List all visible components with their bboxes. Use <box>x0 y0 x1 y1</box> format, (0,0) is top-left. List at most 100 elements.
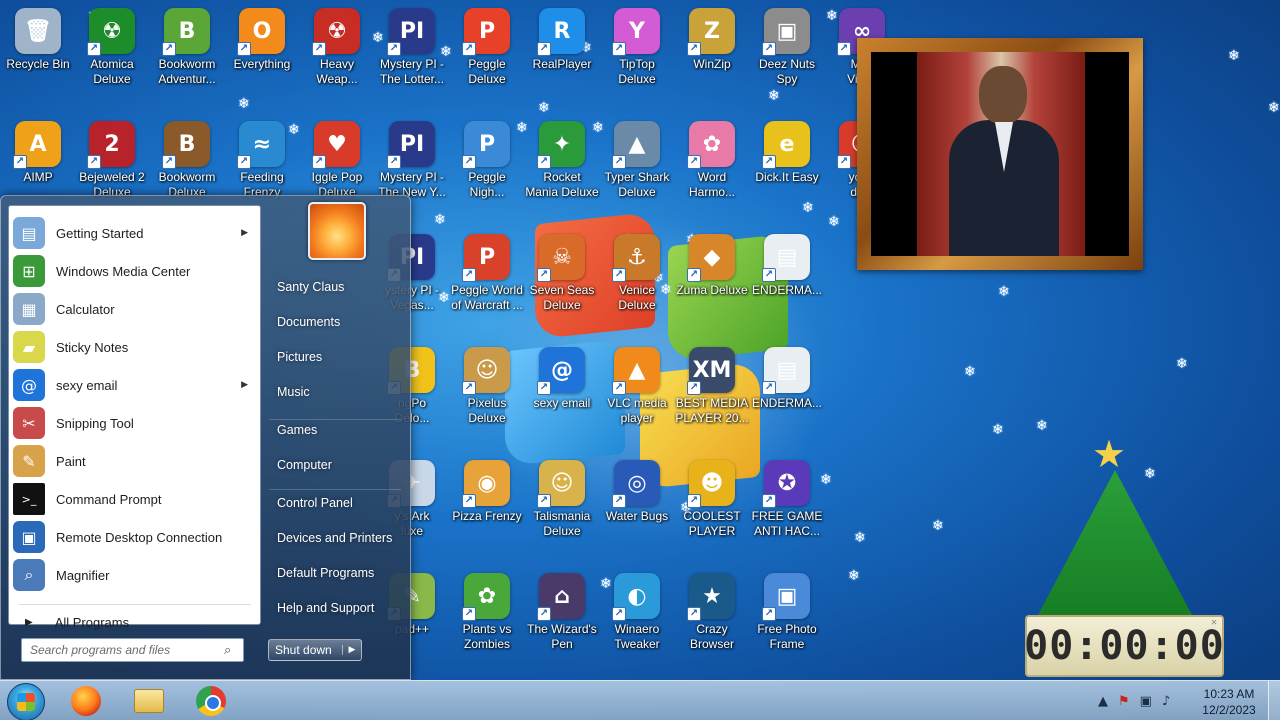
user-picture[interactable] <box>308 202 366 260</box>
triangle-right-icon: ▶ <box>25 616 33 628</box>
search-input[interactable] <box>30 643 220 657</box>
desktop-icon[interactable]: ▤ ↗ ENDERMA... <box>749 234 825 298</box>
desktop-icon[interactable]: ☺ ↗ Pixelus Deluxe <box>449 347 525 426</box>
start-menu-item[interactable]: ⊞ Windows Media Center <box>9 252 260 290</box>
desktop-icon[interactable]: B ↗ Bookworm Adventur... <box>149 8 225 87</box>
start-menu-item[interactable]: ⌕ Magnifier <box>9 556 260 594</box>
shortcut-arrow-icon: ↗ <box>837 42 851 56</box>
desktop-icon[interactable]: P ↗ Peggle World of Warcraft ... <box>449 234 525 313</box>
action-center-flag-icon[interactable]: ⚑ <box>1118 694 1130 709</box>
start-menu-link[interactable]: Documents <box>277 315 340 329</box>
desktop-icon[interactable]: ◐ ↗ Winaero Tweaker <box>599 573 675 652</box>
start-menu-link[interactable]: Devices and Printers <box>277 531 392 545</box>
desktop-icon[interactable]: ☢ ↗ Heavy Weap... <box>299 8 375 87</box>
desktop-icon[interactable]: ♥ ↗ Iggle Pop Deluxe <box>299 121 375 200</box>
countdown-clock-widget[interactable]: 00:00:00 ✕ <box>1024 615 1225 677</box>
desktop-icon[interactable]: 🗑 Recycle Bin <box>0 8 76 72</box>
desktop-icon[interactable]: ☢ ↗ Atomica Deluxe <box>74 8 150 87</box>
divider <box>269 489 401 490</box>
desktop-icon[interactable]: 2 ↗ Bejeweled 2 Deluxe <box>74 121 150 200</box>
search-icon[interactable]: ⌕ <box>224 643 231 658</box>
network-icon[interactable]: ▣ <box>1140 694 1152 709</box>
start-menu-link[interactable]: Music <box>277 385 310 399</box>
desktop-icon[interactable]: P ↗ Peggle Deluxe <box>449 8 525 87</box>
desktop-icon[interactable]: P ↗ Peggle Nigh... <box>449 121 525 200</box>
shortcut-arrow-icon: ↗ <box>162 42 176 56</box>
desktop-icon[interactable]: XM ↗ BEST MEDIA PLAYER 20... <box>674 347 750 426</box>
start-menu-link[interactable]: Games <box>277 423 317 437</box>
desktop-icon[interactable]: B ↗ Bookworm Deluxe <box>149 121 225 200</box>
show-desktop-button[interactable] <box>1268 681 1280 720</box>
start-menu-item[interactable]: ▦ Calculator <box>9 290 260 328</box>
desktop-icon[interactable]: ☠ ↗ Seven Seas Deluxe <box>524 234 600 313</box>
desktop-icon[interactable]: ◆ ↗ Zuma Deluxe <box>674 234 750 298</box>
taskbar-chrome[interactable] <box>188 684 234 718</box>
desktop-icon[interactable]: ✿ ↗ Word Harmo... <box>674 121 750 200</box>
shortcut-arrow-icon: ↗ <box>462 155 476 169</box>
app-icon: PI↗ <box>387 121 435 169</box>
volume-icon[interactable]: ♪ <box>1162 694 1170 709</box>
desktop-icon[interactable]: ◉ ↗ Pizza Frenzy <box>449 460 525 524</box>
desktop-icon[interactable]: ▤ ↗ ENDERMA... <box>749 347 825 411</box>
desktop-icon[interactable]: Z ↗ WinZip <box>674 8 750 72</box>
desktop-icon-label: Peggle Deluxe <box>468 57 506 86</box>
start-menu-link[interactable]: Help and Support <box>277 601 374 615</box>
desktop-icon[interactable]: @ ↗ sexy email <box>524 347 600 411</box>
start-menu-item-label: Sticky Notes <box>56 339 129 355</box>
start-menu-item[interactable]: ▰ Sticky Notes <box>9 328 260 366</box>
start-menu-item[interactable]: ✂ Snipping Tool <box>9 404 260 442</box>
start-menu-link[interactable]: Pictures <box>277 350 322 364</box>
desktop-icon[interactable]: e ↗ Dick.It Easy <box>749 121 825 185</box>
show-hidden-icons-icon[interactable]: ▲ <box>1098 694 1108 709</box>
getting-started-icon: ▤ <box>13 217 45 249</box>
shutdown-options-arrow-icon[interactable]: ▶ <box>342 645 361 655</box>
desktop-icon[interactable]: ⌂ ↗ The Wizard's Pen <box>524 573 600 652</box>
start-button[interactable] <box>7 683 45 720</box>
countdown-value: 00:00:00 <box>1024 623 1225 669</box>
start-menu-link[interactable]: Control Panel <box>277 496 353 510</box>
desktop-icon[interactable]: ≈ ↗ Feeding Frenzy <box>224 121 300 200</box>
desktop-icon[interactable]: ▲ ↗ VLC media player <box>599 347 675 426</box>
shortcut-arrow-icon: ↗ <box>462 381 476 395</box>
desktop-icon[interactable]: ✪ ↗ FREE GAME ANTI HAC... <box>749 460 825 539</box>
start-menu-item[interactable]: ▤ Getting Started ▶ <box>9 214 260 252</box>
desktop-icon[interactable]: PI ↗ Mystery PI - The New Y... <box>374 121 450 200</box>
desktop-icon-label: Rocket Mania Deluxe <box>525 170 599 199</box>
photo-frame-widget[interactable] <box>857 38 1143 270</box>
start-menu-item[interactable]: ✎ Paint <box>9 442 260 480</box>
desktop-icon[interactable]: O ↗ Everything <box>224 8 300 72</box>
start-menu-link[interactable]: Computer <box>277 458 332 472</box>
start-menu-link[interactable]: Default Programs <box>277 566 374 580</box>
app-icon: A ↗ <box>13 121 61 169</box>
christmas-tree-widget[interactable]: ★ <box>1020 432 1200 630</box>
app-icon: PI↗ <box>387 8 435 56</box>
desktop-icon-label: Atomica Deluxe <box>90 57 134 86</box>
start-menu-item[interactable]: ▣ Remote Desktop Connection <box>9 518 260 556</box>
desktop-icon[interactable]: R ↗ RealPlayer <box>524 8 600 72</box>
desktop-icon[interactable]: ★ ↗ Crazy Browser <box>674 573 750 652</box>
desktop-icon[interactable]: ▣ ↗ Deez Nuts Spy <box>749 8 825 87</box>
desktop-icon[interactable]: PI ↗ Mystery PI - The Lotter... <box>374 8 450 87</box>
desktop-icon[interactable]: ◎ ↗ Water Bugs <box>599 460 675 524</box>
desktop-icon[interactable]: ☺ ↗ Talismania Deluxe <box>524 460 600 539</box>
snowflake-icon: ❄ <box>768 88 780 104</box>
close-icon[interactable]: ✕ <box>1211 617 1218 628</box>
taskbar-clock[interactable]: 10:23 AM 12/2/2023 <box>1196 686 1262 718</box>
all-programs-button[interactable]: ▶ All Programs <box>9 608 260 636</box>
desktop-icon[interactable]: ☻ ↗ COOLEST PLAYER <box>674 460 750 539</box>
taskbar-explorer[interactable] <box>126 684 172 718</box>
start-menu-item[interactable]: >_ Command Prompt <box>9 480 260 518</box>
start-menu-link[interactable]: Santy Claus <box>277 280 344 294</box>
desktop-icon[interactable]: ✦ ↗ Rocket Mania Deluxe <box>524 121 600 200</box>
taskbar-firefox[interactable] <box>63 684 109 718</box>
desktop-icon[interactable]: ⚓ ↗ Venice Deluxe <box>599 234 675 313</box>
start-search-box[interactable]: ⌕ <box>21 638 244 662</box>
desktop-icon[interactable]: ✿ ↗ Plants vs Zombies <box>449 573 525 652</box>
desktop-icon[interactable]: ▲ ↗ Typer Shark Deluxe <box>599 121 675 200</box>
desktop-icon[interactable]: A ↗ AIMP <box>0 121 76 185</box>
start-menu-item[interactable]: @ sexy email ▶ <box>9 366 260 404</box>
shutdown-button[interactable]: Shut down ▶ <box>268 639 362 661</box>
desktop-icon[interactable]: Y ↗ TipTop Deluxe <box>599 8 675 87</box>
desktop-icon[interactable]: ▣ ↗ Free Photo Frame <box>749 573 825 652</box>
app-icon: Z ↗ <box>687 8 735 56</box>
